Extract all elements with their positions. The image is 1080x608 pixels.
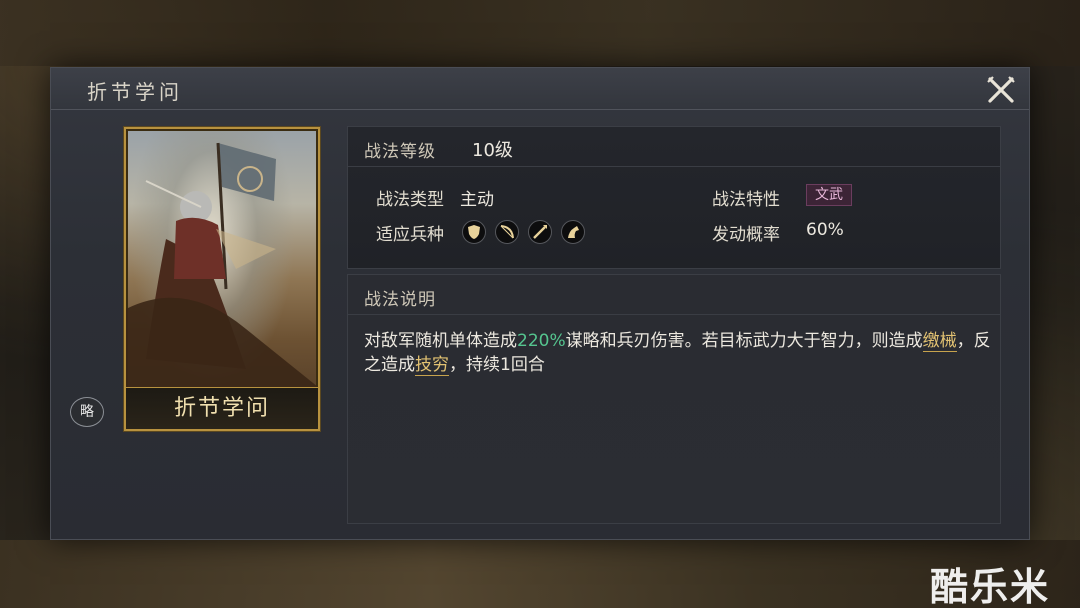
strategy-badge-label: 略: [80, 404, 94, 420]
shield-icon[interactable]: [462, 220, 486, 244]
description-label: 战法说明: [364, 290, 436, 310]
horse-icon[interactable]: [561, 220, 585, 244]
description-box: 战法说明 对敌军随机单体造成220%谋略和兵刃伤害。若目标武力大于智力，则造成缴…: [347, 274, 1001, 524]
bow-icon[interactable]: [495, 220, 519, 244]
close-button[interactable]: [983, 72, 1019, 108]
trait-label: 战法特性: [712, 190, 780, 210]
trait-tag: 文武: [806, 184, 852, 206]
description-part-4: ，持续1回合: [449, 355, 545, 375]
card-name-bar: 折节学问: [126, 387, 318, 429]
level-value: 10级: [472, 140, 513, 161]
spear-glyph: [533, 225, 547, 239]
level-row: 战法等级 10级: [348, 127, 1000, 167]
background-top: [0, 0, 1080, 66]
tactic-info-box: 战法等级 10级 战法类型 主动 战法特性 文武 适应兵种 发动概率 60%: [347, 126, 1001, 269]
bow-glyph: [500, 225, 514, 239]
strategy-type-badge[interactable]: 略: [70, 397, 104, 427]
card-name: 折节学问: [173, 396, 270, 421]
close-crossed-swords-icon: [987, 76, 1015, 103]
damage-percent: 220%: [517, 331, 566, 351]
tactic-detail-panel: 折节学问 折节学问 略 战法等级 10级 战法类型 主动 战法特性 文武 适应兵…: [50, 67, 1030, 540]
shield-glyph: [468, 225, 480, 239]
description-part-1: 对敌军随机单体造成: [364, 331, 517, 351]
description-part-2: 谋略和兵刃伤害。若目标武力大于智力，则造成: [565, 331, 923, 351]
type-label: 战法类型: [376, 190, 444, 210]
status-silence-link[interactable]: 技穷: [415, 355, 449, 376]
general-portrait: [126, 142, 318, 387]
panel-title: 折节学问: [87, 80, 183, 104]
level-label: 战法等级: [364, 142, 436, 162]
description-text: 对敌军随机单体造成220%谋略和兵刃伤害。若目标武力大于智力，则造成缴械，反之造…: [364, 329, 994, 377]
rate-value: 60%: [806, 220, 844, 240]
horse-glyph: [568, 226, 579, 238]
spear-icon[interactable]: [528, 220, 552, 244]
panel-header: 折节学问: [51, 68, 1029, 110]
watermark-logo: 酷乐米: [930, 565, 1051, 608]
tactic-card: 折节学问: [124, 127, 320, 431]
unit-label: 适应兵种: [376, 225, 444, 245]
description-header: 战法说明: [348, 275, 1000, 315]
rate-label: 发动概率: [712, 225, 780, 245]
status-disarm-link[interactable]: 缴械: [922, 331, 957, 352]
background-bottom: [0, 540, 1080, 608]
type-value: 主动: [460, 190, 494, 210]
